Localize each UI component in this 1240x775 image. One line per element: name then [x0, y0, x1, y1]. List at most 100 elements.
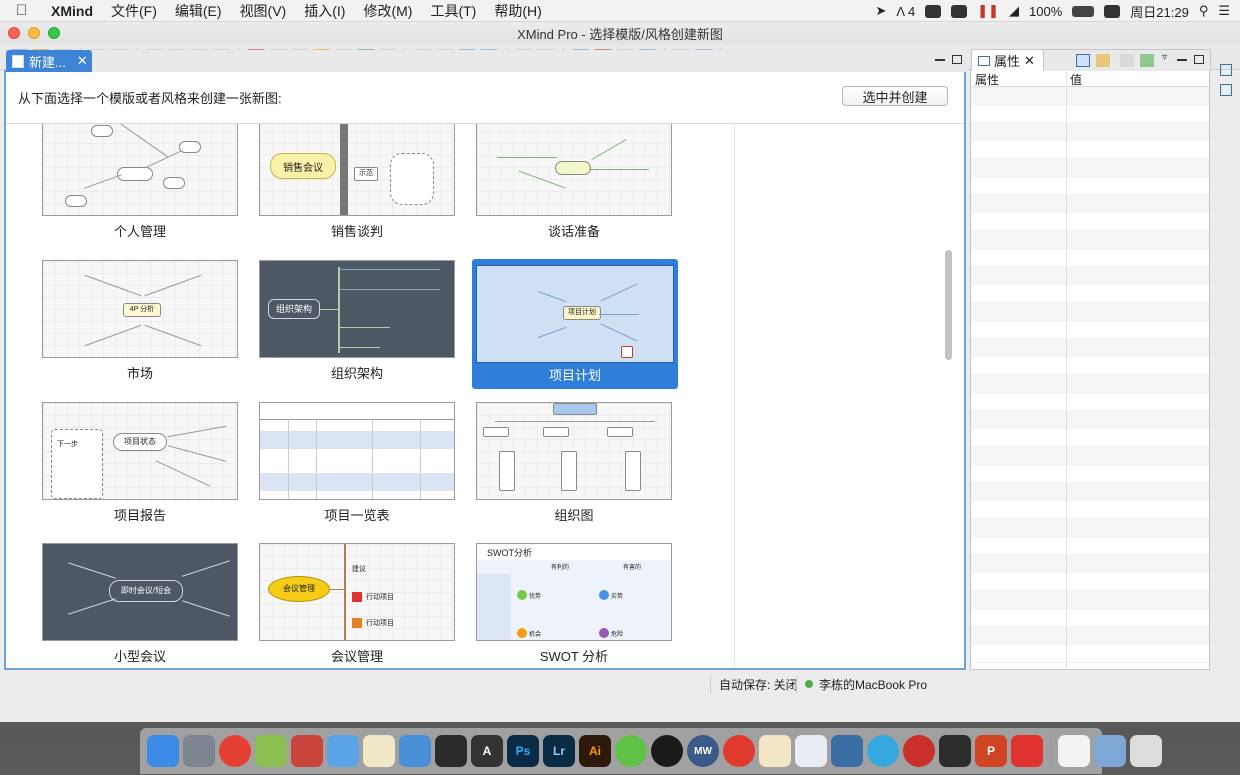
template-thumb: 项目计划 [476, 265, 674, 363]
mw-icon[interactable]: MW [687, 735, 719, 767]
template-card-project-overview[interactable]: 项目一览表 [249, 402, 455, 532]
close-tab-icon[interactable]: ✕ [1024, 53, 1035, 69]
input-method-icon[interactable] [1104, 4, 1121, 18]
template-card-swot[interactable]: SWOT分析 有利的 有害的 优势 劣势 机会 危险 SWOT 分析 [466, 543, 672, 668]
minimize-panel-icon[interactable] [1177, 58, 1187, 61]
launchpad-icon[interactable] [183, 735, 215, 767]
menu-list-icon[interactable]: ☰ [1218, 3, 1230, 19]
menu-view[interactable]: 视图(V) [231, 1, 296, 21]
texteditor-icon[interactable] [363, 735, 395, 767]
menu-app-name[interactable]: XMind [42, 3, 102, 19]
pause-icon[interactable]: ❚❚ [977, 3, 999, 19]
system-monitor-icon[interactable] [795, 735, 827, 767]
minimize-window-button[interactable] [28, 27, 40, 39]
location-arrow-icon[interactable]: ➤ [875, 3, 886, 19]
autosave-status[interactable]: 自动保存: 关闭 [710, 675, 798, 693]
minimize-panel-icon[interactable] [935, 58, 945, 61]
online-dot-icon [805, 680, 813, 688]
template-card-org-chart[interactable]: 组织图 [466, 402, 672, 532]
battery-icon[interactable] [1072, 5, 1095, 17]
properties-row [971, 159, 1209, 177]
menu-tools[interactable]: 工具(T) [421, 1, 485, 21]
template-card-org-structure[interactable]: 组织架构 组织架构 [249, 260, 455, 390]
powerpoint-icon[interactable]: P [975, 735, 1007, 767]
close-tab-icon[interactable]: ✕ [77, 53, 88, 69]
col-property: 属性 [975, 73, 1000, 87]
gallery-scrollbar[interactable] [945, 250, 952, 360]
a-icon[interactable]: A [471, 735, 503, 767]
select-and-create-button[interactable]: 选中并创建 [842, 86, 948, 106]
menu-edit[interactable]: 编辑(E) [166, 1, 231, 21]
netease-icon[interactable] [723, 735, 755, 767]
template-card-personal[interactable]: 个人管理 [32, 124, 238, 248]
view-menu-icon[interactable]: ▿ [1162, 52, 1167, 63]
finder-icon[interactable] [147, 735, 179, 767]
chrome-icon[interactable] [219, 735, 251, 767]
tab-properties[interactable]: 属性 ✕ [972, 50, 1044, 71]
properties-row [971, 465, 1209, 483]
airship-icon[interactable] [291, 735, 323, 767]
right-side-strip [1214, 56, 1238, 136]
properties-tab-bar: 属性 ✕ ▿ [971, 49, 1211, 71]
illustrator-icon[interactable]: Ai [579, 735, 611, 767]
menu-insert[interactable]: 插入(I) [295, 1, 354, 21]
screen-icon[interactable] [831, 735, 863, 767]
close-window-button[interactable] [8, 27, 20, 39]
template-card-small-meeting[interactable]: 即时会议/短会 小型会议 [32, 543, 238, 668]
tray-app-icon[interactable] [925, 4, 942, 18]
properties-row [971, 231, 1209, 249]
docs-icon[interactable] [1058, 735, 1090, 767]
properties-row [971, 105, 1209, 123]
properties-rows [971, 87, 1209, 663]
menu-modify[interactable]: 修改(M) [354, 1, 421, 21]
pen-icon[interactable] [759, 735, 791, 767]
android-icon[interactable] [255, 735, 287, 767]
template-card-project-report[interactable]: 项目状态 下一步 项目报告 [32, 402, 238, 532]
maximize-panel-icon[interactable] [952, 55, 962, 64]
evernote-icon[interactable] [435, 735, 467, 767]
wechat-icon[interactable] [615, 735, 647, 767]
telegram-icon[interactable] [867, 735, 899, 767]
collapse-icon[interactable] [1120, 54, 1134, 67]
properties-row [971, 321, 1209, 339]
battery-percent[interactable]: 100% [1029, 4, 1062, 19]
apple-icon[interactable]:  [16, 2, 36, 19]
preview-icon[interactable] [327, 735, 359, 767]
tab-new[interactable]: 新建... ✕ [6, 50, 92, 72]
search-icon[interactable]: ⚲ [1199, 3, 1209, 19]
zoom-window-button[interactable] [48, 27, 60, 39]
restore-icon[interactable] [1220, 64, 1232, 76]
template-card-sales[interactable]: 销售会议 示范 销售谈判 [249, 124, 455, 248]
template-gallery: 个人管理 销售会议 示范 销售谈判 谈话准备 4P 分析 市场 组织架构 组织架… [6, 124, 954, 668]
properties-row [971, 645, 1209, 663]
xmind-icon[interactable] [903, 735, 935, 767]
menu-file[interactable]: 文件(F) [102, 1, 166, 21]
adobe-badge[interactable]: Λ 4 [896, 4, 915, 19]
trash-icon[interactable] [1130, 735, 1162, 767]
pin-icon[interactable] [1140, 54, 1154, 67]
filter-props-icon[interactable] [1096, 54, 1110, 67]
menu-help[interactable]: 帮助(H) [485, 1, 550, 21]
template-card-project-plan[interactable]: 项目计划 项目计划 [472, 259, 678, 389]
xmind-x-icon[interactable] [1011, 735, 1043, 767]
notes-icon[interactable] [1094, 735, 1126, 767]
wechat-tray-icon[interactable] [951, 4, 968, 18]
tree-view-icon[interactable] [1076, 54, 1090, 67]
template-card-conversation[interactable]: 谈话准备 [466, 124, 672, 248]
outline-view-icon[interactable] [1220, 84, 1232, 96]
template-card-meeting-mgmt[interactable]: 会议管理 建议 行动项目 行动项目 会议管理 [249, 543, 455, 668]
template-card-market[interactable]: 4P 分析 市场 [32, 260, 238, 390]
clock[interactable]: 周日21:29 [1130, 2, 1189, 21]
screenshot-icon[interactable] [939, 735, 971, 767]
device-status[interactable]: 李栋的MacBook Pro [796, 675, 928, 693]
lightroom-icon[interactable]: Lr [543, 735, 575, 767]
keynote-icon[interactable] [399, 735, 431, 767]
photoshop-icon[interactable]: Ps [507, 735, 539, 767]
properties-header: 属性 值 [971, 71, 1209, 87]
qq-icon[interactable] [651, 735, 683, 767]
wifi-icon[interactable]: ◢ [1009, 3, 1019, 19]
maximize-panel-icon[interactable] [1194, 55, 1204, 64]
editor-tab-bar: 新建... ✕ [6, 50, 968, 72]
properties-row [971, 87, 1209, 105]
device-name: 李栋的MacBook Pro [819, 677, 928, 692]
